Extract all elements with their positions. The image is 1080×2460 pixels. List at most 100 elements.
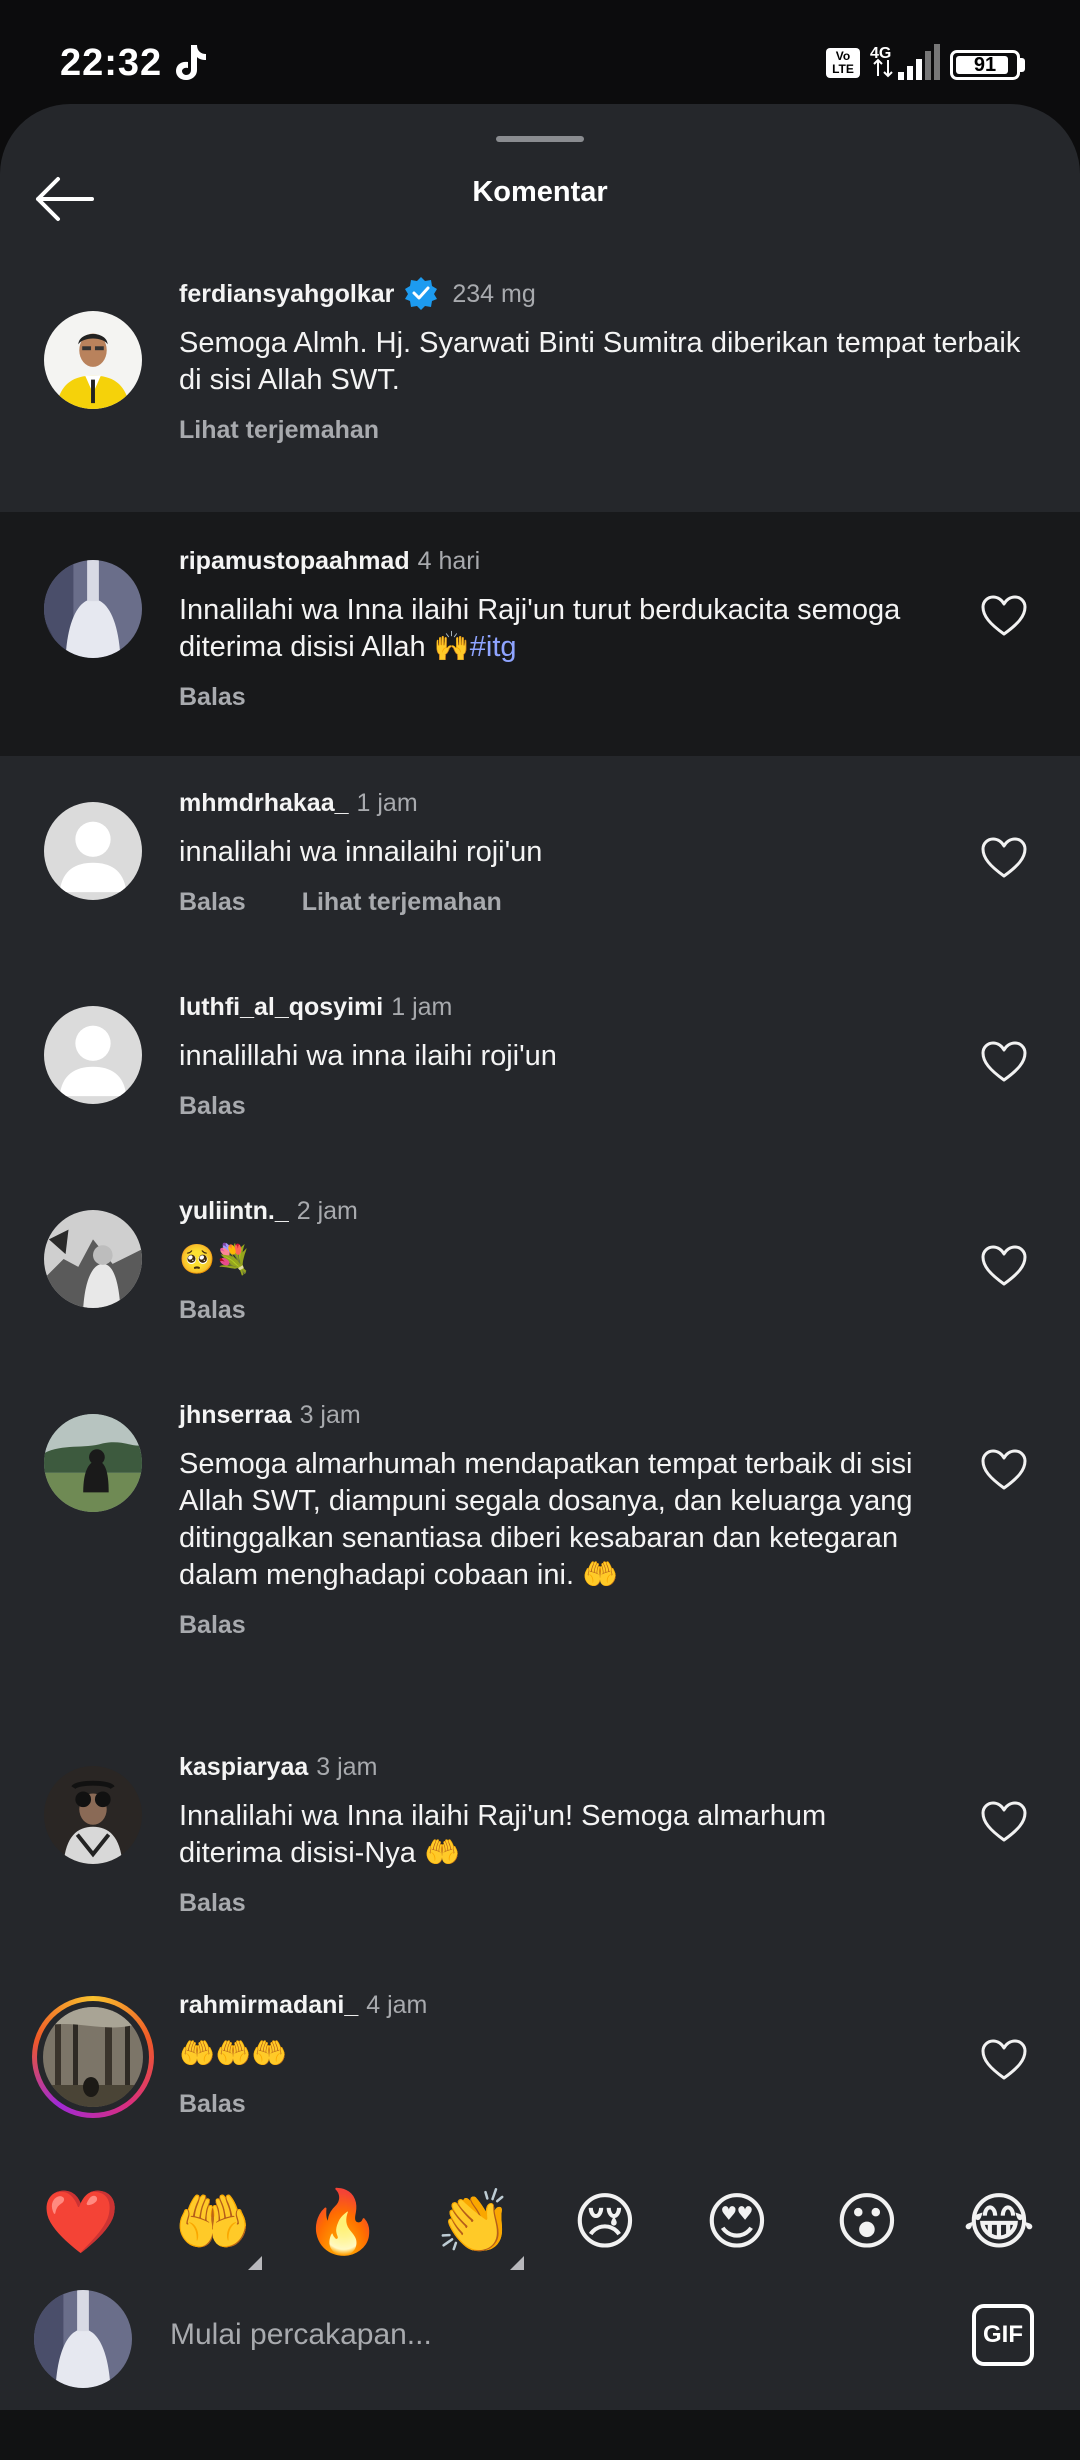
avatar-image — [44, 1210, 142, 1308]
username[interactable]: luthfi_al_qosyimi — [179, 993, 383, 1021]
comment-body: jhnserraa 3 jam Semoga almarhumah mendapa… — [179, 1398, 930, 1642]
avatar-image — [44, 1414, 142, 1512]
comment-item: jhnserraa 3 jam Semoga almarhumah mendapa… — [0, 1368, 1080, 1720]
timestamp: 3 jam — [316, 1753, 378, 1781]
timestamp: 1 jam — [356, 789, 418, 817]
avatar-image — [44, 560, 142, 658]
username[interactable]: mhmdrhakaa_ — [179, 789, 349, 817]
avatar[interactable] — [43, 2007, 143, 2107]
heart-icon[interactable] — [980, 1040, 1028, 1084]
translate-link[interactable]: Lihat terjemahan — [302, 888, 502, 916]
story-ring[interactable] — [32, 1996, 154, 2118]
comment-item: mhmdrhakaa_ 1 jam innalilahi wa innailaih… — [0, 756, 1080, 960]
comment-body: mhmdrhakaa_ 1 jam innalilahi wa innailaih… — [179, 786, 930, 919]
comment-composer: GIF — [0, 2290, 1080, 2400]
comment-text: Innalilahi wa Inna ilaihi Raji'un turut … — [179, 592, 930, 666]
caption-text: Semoga Almh. Hj. Syarwati Binti Sumitra … — [179, 327, 1021, 396]
username[interactable]: kaspiaryaa — [179, 1753, 308, 1781]
comment-item: rahmirmadani_ 4 jam 🤲🤲🤲 Balas — [0, 1962, 1080, 2172]
avatar[interactable] — [44, 1210, 142, 1308]
timestamp: 2 jam — [296, 1197, 358, 1225]
username[interactable]: ripamustopaahmad — [179, 547, 410, 575]
heart-icon[interactable] — [980, 2038, 1028, 2082]
avatar-image — [43, 2007, 143, 2107]
username[interactable]: ferdiansyahgolkar — [179, 280, 394, 308]
comment-body: yuliintn._ 2 jam 🥺💐 Balas — [179, 1194, 930, 1327]
comment-body: kaspiaryaa 3 jam Innalilahi wa Inna ilaih… — [179, 1750, 930, 1920]
reaction-clapping[interactable]: 👏 — [430, 2178, 520, 2268]
system-nav-bar — [0, 2410, 1080, 2460]
reply-button[interactable]: Balas — [179, 888, 246, 916]
avatar[interactable] — [44, 1766, 142, 1864]
avatar[interactable] — [44, 802, 142, 900]
tiktok-icon — [176, 45, 206, 80]
avatar-image — [34, 2290, 132, 2388]
current-user-avatar — [34, 2290, 132, 2388]
reaction-fire[interactable]: 🔥 — [298, 2178, 388, 2268]
reply-button[interactable]: Balas — [179, 1296, 246, 1324]
reaction-praying-hands[interactable]: 🤲 — [168, 2178, 258, 2268]
timestamp: 1 jam — [391, 993, 453, 1021]
comment-body: ripamustopaahmad 4 hari Innalilahi wa Inn… — [179, 544, 930, 714]
comment-actions: Balas — [179, 1293, 930, 1327]
comment-actions: Balas — [179, 680, 930, 714]
comment-text: innalillahi wa inna ilaihi roji'un — [179, 1040, 557, 1072]
comment-item: ripamustopaahmad 4 hari Innalilahi wa Inn… — [0, 512, 1080, 756]
status-time: 22:32 — [60, 42, 163, 84]
reply-button[interactable]: Balas — [179, 2090, 246, 2118]
gif-button[interactable]: GIF — [972, 2304, 1034, 2366]
avatar[interactable] — [44, 1414, 142, 1512]
comment-item: luthfi_al_qosyimi 1 jam innalillahi wa in… — [0, 960, 1080, 1164]
caption-body: ferdiansyahgolkar 234 mg Semoga Almh. Hj… — [179, 276, 1040, 447]
avatar[interactable] — [44, 311, 142, 409]
comment-header: rahmirmadani_ 4 jam — [179, 1988, 930, 2022]
heart-icon[interactable] — [980, 594, 1028, 638]
page-title: Komentar — [472, 176, 608, 208]
reply-button[interactable]: Balas — [179, 683, 246, 711]
comment-header: ripamustopaahmad 4 hari — [179, 544, 930, 578]
heart-icon[interactable] — [980, 1244, 1028, 1288]
skin-tone-indicator — [248, 2256, 262, 2270]
timestamp: 4 jam — [366, 1991, 428, 2019]
username[interactable]: jhnserraa — [179, 1401, 292, 1429]
avatar[interactable] — [44, 1006, 142, 1104]
comment-input[interactable] — [170, 2318, 930, 2352]
comment-text-main: Innalilahi wa Inna ilaihi Raji'un turut … — [179, 594, 901, 663]
reply-button[interactable]: Balas — [179, 1889, 246, 1917]
heart-icon[interactable] — [980, 1448, 1028, 1492]
reply-button[interactable]: Balas — [179, 1092, 246, 1120]
heart-icon[interactable] — [980, 1800, 1028, 1844]
comment-actions: Balas — [179, 1089, 930, 1123]
comment-item: kaspiaryaa 3 jam Innalilahi wa Inna ilaih… — [0, 1720, 1080, 1962]
reaction-crying[interactable]: 😢 — [560, 2178, 650, 2268]
signal-icon: 4G — [870, 44, 940, 80]
comment-body: rahmirmadani_ 4 jam 🤲🤲🤲 Balas — [179, 1988, 930, 2121]
username[interactable]: yuliintn._ — [179, 1197, 289, 1225]
comment-header: kaspiaryaa 3 jam — [179, 1750, 930, 1784]
skin-tone-indicator — [510, 2256, 524, 2270]
default-avatar-icon — [44, 1006, 142, 1104]
drag-handle[interactable] — [496, 136, 584, 142]
username[interactable]: rahmirmadani_ — [179, 1991, 358, 2019]
hashtag-link[interactable]: #itg — [470, 631, 517, 663]
comment-text: Semoga almarhumah mendapatkan tempat ter… — [179, 1448, 913, 1591]
avatar[interactable] — [44, 560, 142, 658]
comment-actions: Balas — [179, 1886, 930, 1920]
heart-icon[interactable] — [980, 836, 1028, 880]
reaction-surprised[interactable]: 😮 — [822, 2178, 912, 2268]
timestamp: 3 jam — [299, 1401, 361, 1429]
battery-icon: 91 — [950, 50, 1020, 80]
comments-sheet: Komentar ferdiansyahgolkar 234 mg Semoga… — [0, 104, 1080, 2460]
comment-text: innalilahi wa innailaihi roji'un — [179, 836, 543, 868]
comment-actions: Balas Lihat terjemahan — [179, 885, 930, 919]
comment-text: 🥺💐 — [179, 1244, 252, 1276]
reply-button[interactable]: Balas — [179, 1611, 246, 1639]
reaction-heart[interactable]: ❤️ — [36, 2178, 126, 2268]
reaction-laughing[interactable]: 😂 — [954, 2178, 1044, 2268]
quick-reactions-bar: ❤️ 🤲 🔥 👏 😢 😍 😮 😂 — [0, 2178, 1080, 2288]
reaction-heart-eyes[interactable]: 😍 — [692, 2178, 782, 2268]
network-label: 4G — [870, 45, 891, 62]
translate-link[interactable]: Lihat terjemahan — [179, 416, 379, 444]
status-bar: 22:32 Vo LTE 4G 91 — [0, 0, 1080, 115]
timestamp: 4 hari — [417, 547, 481, 575]
